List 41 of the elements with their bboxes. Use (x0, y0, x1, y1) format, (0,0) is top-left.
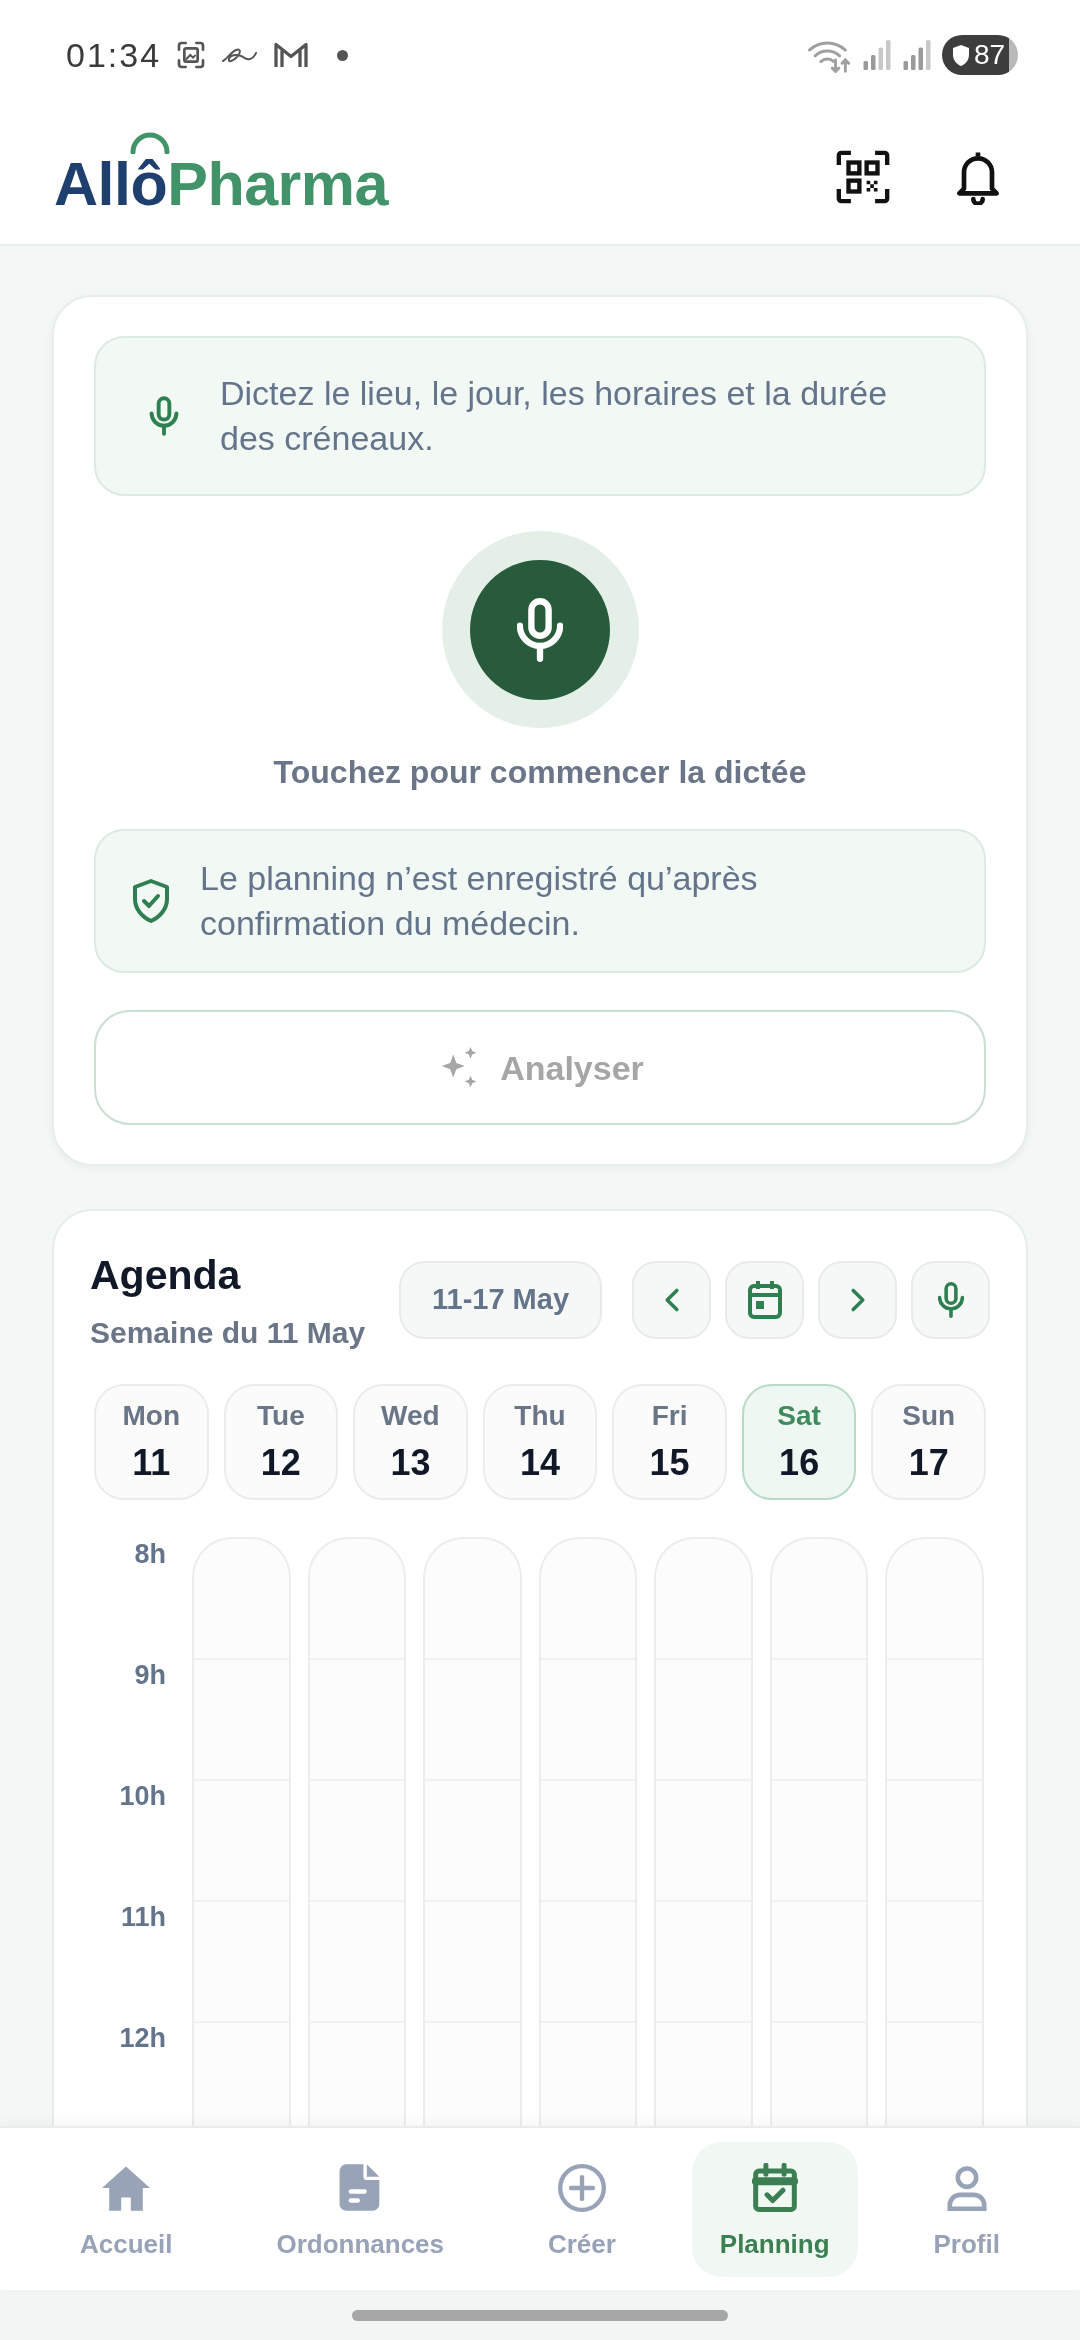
signal-icon (902, 40, 932, 70)
hour-label: 11h (120, 1901, 166, 1934)
status-time: 01:34 (66, 35, 162, 75)
chevron-right-icon (849, 1287, 866, 1313)
qr-code-icon[interactable] (834, 148, 892, 206)
day-chip[interactable]: Sun 17 (871, 1384, 986, 1500)
home-icon (102, 2164, 151, 2211)
hour-label: 12h (119, 2022, 166, 2055)
app-logo: AllôPharma (54, 153, 388, 215)
day-chip[interactable]: Fri 15 (612, 1384, 727, 1500)
week-range-selector[interactable]: 11-17 May (399, 1261, 602, 1339)
hour-label: 10h (119, 1780, 166, 1813)
signal-arc-icon (130, 131, 170, 154)
mail-icon (273, 40, 310, 70)
day-chip[interactable]: Sat 16 (741, 1384, 857, 1500)
shield-icon (951, 43, 971, 67)
day-chip[interactable]: Thu 14 (482, 1384, 598, 1500)
microphone-icon (148, 393, 180, 439)
day-chip[interactable]: Tue 12 (223, 1384, 339, 1500)
calendar-check-icon (751, 2162, 798, 2213)
dictation-prompt: Touchez pour commencer la dictée (273, 753, 807, 792)
hour-label: 8h (134, 1538, 166, 1571)
agenda-title: Agenda (90, 1251, 242, 1299)
calendar-icon (745, 1280, 784, 1320)
battery-level-text: 87 (974, 39, 1006, 71)
notification-dot-icon (337, 49, 349, 61)
calendar-button[interactable] (725, 1261, 804, 1339)
dictation-hint: Dictez le lieu, le jour, les horaires et la durée des créneaux. (220, 373, 889, 459)
chevron-left-icon (663, 1287, 680, 1313)
signal-icon (862, 40, 892, 70)
shield-check-icon (132, 879, 170, 923)
microphone-icon (937, 1280, 964, 1320)
add-circle-icon (557, 2163, 606, 2212)
confirmation-notice: Le planning n’est enregistré qu’après confirmation du médecin. (200, 858, 759, 944)
person-icon (944, 2164, 989, 2211)
day-chip[interactable]: Wed 13 (353, 1384, 468, 1500)
week-subtitle: Semaine du 11 May (90, 1315, 366, 1351)
day-chip[interactable]: Mon 11 (94, 1384, 209, 1500)
voice-input-button[interactable] (911, 1261, 990, 1339)
nav-tab[interactable]: Planning (691, 2141, 858, 2277)
hour-label: 9h (134, 1659, 166, 1692)
